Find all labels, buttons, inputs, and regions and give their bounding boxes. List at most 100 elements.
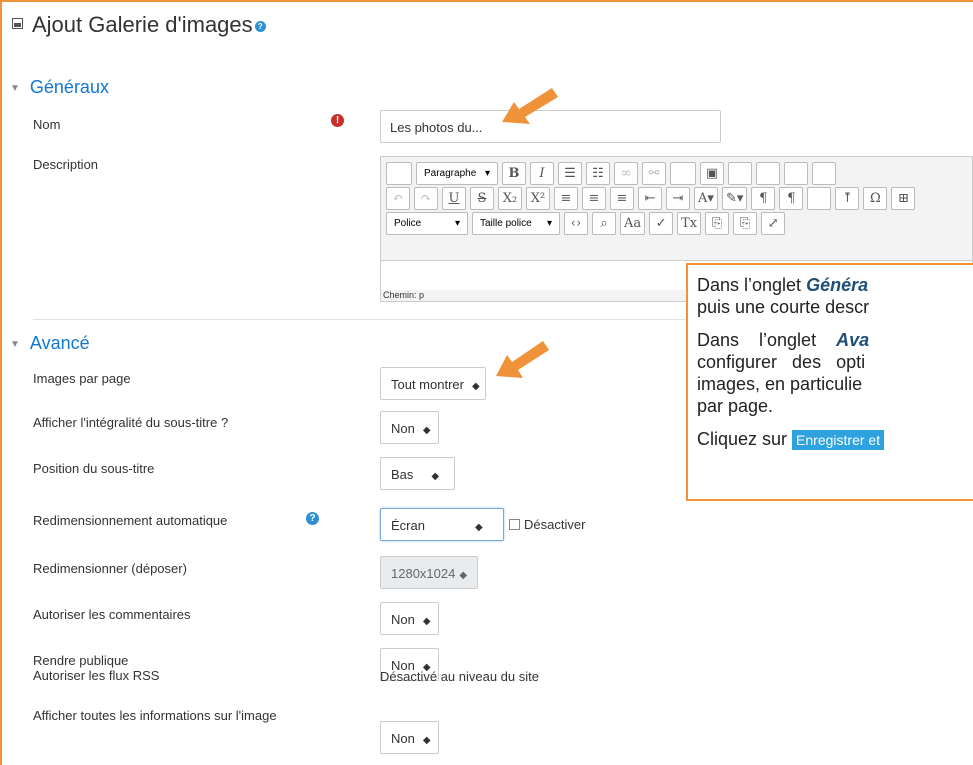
rss-status: Désactivé au niveau du site xyxy=(380,669,539,684)
media-button[interactable] xyxy=(728,162,752,185)
bullet-list-icon[interactable]: ☰ xyxy=(558,162,582,185)
link-icon[interactable]: ∞ xyxy=(614,162,638,185)
tip-line-7: Cliquez sur Enregistrer et xyxy=(697,428,973,451)
background-color-icon[interactable]: ✎▾ xyxy=(722,187,748,210)
code-icon[interactable]: ‹› xyxy=(564,212,588,235)
align-center-icon[interactable]: ≡ xyxy=(582,187,606,210)
recorder-button[interactable] xyxy=(784,162,808,185)
page-title: Ajout Galerie d'images? xyxy=(32,12,266,38)
align-left-icon[interactable]: ≡ xyxy=(554,187,578,210)
image-icon[interactable]: ▣ xyxy=(700,162,724,185)
description-label: Description xyxy=(33,157,99,172)
find-icon[interactable]: ⌕ xyxy=(592,212,616,235)
select-arrows-icon: ◆ xyxy=(474,522,483,533)
subscript-icon[interactable]: X₂ xyxy=(498,187,522,210)
italic-icon[interactable]: I xyxy=(530,162,554,185)
select-arrows-icon: ◆ xyxy=(422,425,431,436)
select-arrows-icon: ◆ xyxy=(471,381,480,392)
numbered-list-icon[interactable]: ☷ xyxy=(586,162,610,185)
editor-toolbar-row-2: ↶ ↷ U S X₂ X² ≡ ≡ ≡ ⇤ ⇥ A▾ ✎▾ ¶ ¶ ⤒ Ω ⊞ xyxy=(386,187,916,210)
save-button-ref: Enregistrer et xyxy=(792,430,885,450)
gallery-module-icon xyxy=(12,18,23,29)
caption-position-select[interactable]: Bas ◆ xyxy=(380,457,455,490)
disable-resize-checkbox[interactable]: Désactiver xyxy=(509,517,585,532)
collapse-caret-icon: ▼ xyxy=(10,338,20,350)
align-right-icon[interactable]: ≡ xyxy=(610,187,634,210)
fullscreen-icon[interactable]: ⤢ xyxy=(761,212,786,235)
special-char-icon[interactable]: Ω xyxy=(863,187,888,210)
editor-toolbar-row-1: Paragraphe ▾ B I ☰ ☷ ∞ ⚯ ▣ xyxy=(386,162,836,185)
full-caption-value: Non xyxy=(391,421,415,436)
tip-line-6: par page. xyxy=(697,396,774,416)
disable-resize-label: Désactiver xyxy=(524,517,586,532)
blank-button[interactable] xyxy=(670,162,696,185)
pointer-arrow-icon xyxy=(502,88,558,124)
strikethrough-icon[interactable]: S xyxy=(470,187,494,210)
paste-text-icon[interactable]: ⎘ xyxy=(705,212,730,235)
caption-position-label: Position du sous-titre xyxy=(33,461,155,476)
chevron-down-icon: ▾ xyxy=(454,218,460,229)
undo-icon[interactable]: ↶ xyxy=(386,187,410,210)
outdent-icon[interactable]: ⇤ xyxy=(638,187,662,210)
chevron-down-icon: ▾ xyxy=(484,168,490,179)
toolbar-toggle-button[interactable] xyxy=(386,162,412,185)
blank-button-2[interactable] xyxy=(807,187,832,210)
caption-position-value: Bas xyxy=(391,467,414,482)
font-family-label: Police xyxy=(394,218,422,229)
resize-upload-label: Redimensionner (déposer) xyxy=(33,561,187,576)
font-size-select[interactable]: Taille police ▾ xyxy=(472,212,560,235)
collapse-caret-icon: ▼ xyxy=(10,82,20,94)
paragraph-format-label: Paragraphe xyxy=(424,168,477,179)
text-color-icon[interactable]: A▾ xyxy=(694,187,718,210)
instruction-callout: Dans l’onglet Généra puis une courte des… xyxy=(686,263,973,501)
font-family-select[interactable]: Police ▾ xyxy=(386,212,468,235)
extra-button[interactable] xyxy=(812,162,836,185)
remove-format-icon[interactable]: Tx xyxy=(677,212,702,235)
help-icon[interactable]: ? xyxy=(306,512,319,525)
resize-upload-select: 1280x1024 ◆ xyxy=(380,556,478,589)
full-caption-select[interactable]: Non ◆ xyxy=(380,411,439,444)
tip-line-2: puis une courte descr xyxy=(697,297,870,317)
ltr-icon[interactable]: ¶ xyxy=(751,187,776,210)
tip-line-5: images, en particulie xyxy=(697,374,863,394)
images-per-page-value: Tout montrer xyxy=(391,377,464,392)
make-public-label: Rendre publique xyxy=(33,653,129,668)
upload-icon[interactable]: ⤒ xyxy=(835,187,860,210)
section-avance[interactable]: ▼ Avancé xyxy=(10,333,90,354)
allow-comments-label: Autoriser les commentaires xyxy=(33,607,191,622)
clear-format-icon[interactable]: ✓ xyxy=(649,212,674,235)
paragraph-format-select[interactable]: Paragraphe ▾ xyxy=(416,162,498,185)
full-caption-label: Afficher l'intégralité du sous-titre ? xyxy=(33,415,229,430)
font-size-label: Taille police xyxy=(480,218,532,229)
auto-resize-label: Redimensionnement automatique xyxy=(33,513,228,528)
tip-general-tab-ref: Généra xyxy=(806,275,869,295)
section-generaux[interactable]: ▼ Généraux xyxy=(10,77,109,98)
bold-icon[interactable]: B xyxy=(502,162,526,185)
underline-icon[interactable]: U xyxy=(442,187,466,210)
rtl-icon[interactable]: ¶ xyxy=(779,187,804,210)
show-all-info-select[interactable]: Non ◆ xyxy=(380,721,439,754)
chevron-down-icon: ▾ xyxy=(546,218,552,229)
help-icon[interactable]: ? xyxy=(254,20,266,32)
superscript-icon[interactable]: X² xyxy=(526,187,550,210)
images-per-page-select[interactable]: Tout montrer ◆ xyxy=(380,367,486,400)
allow-comments-select[interactable]: Non ◆ xyxy=(380,602,439,635)
unlink-icon[interactable]: ⚯ xyxy=(642,162,666,185)
paste-word-icon[interactable]: ⎘ xyxy=(733,212,758,235)
show-all-info-label: Afficher toutes les informations sur l'i… xyxy=(33,708,277,723)
title-bar: Ajout Galerie d'images? xyxy=(0,0,973,44)
images-per-page-label: Images par page xyxy=(33,371,131,386)
case-icon[interactable]: Aa xyxy=(620,212,646,235)
checkbox-icon[interactable] xyxy=(509,519,520,530)
select-arrows-icon: ◆ xyxy=(422,735,431,746)
redo-icon[interactable]: ↷ xyxy=(414,187,438,210)
show-all-info-value: Non xyxy=(391,731,415,746)
auto-resize-select[interactable]: Écran ◆ xyxy=(380,508,504,541)
table-icon[interactable]: ⊞ xyxy=(891,187,916,210)
allow-comments-value: Non xyxy=(391,612,415,627)
select-arrows-icon: ◆ xyxy=(459,570,468,581)
indent-icon[interactable]: ⇥ xyxy=(666,187,690,210)
name-label: Nom xyxy=(33,117,61,132)
tip-line-3: Dans l’onglet Ava xyxy=(697,330,870,350)
manage-files-button[interactable] xyxy=(756,162,780,185)
